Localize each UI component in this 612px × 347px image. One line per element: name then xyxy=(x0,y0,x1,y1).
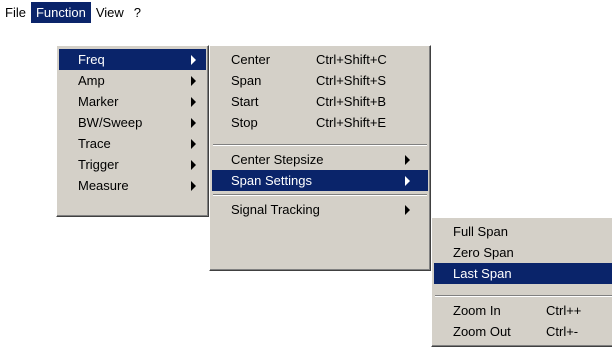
menu-item-zoom-out[interactable]: Zoom Out Ctrl+- xyxy=(434,321,612,342)
submenu-arrow-icon xyxy=(191,76,196,86)
menu-function[interactable]: Function xyxy=(30,2,91,23)
menu-item-label: Zoom In xyxy=(453,303,501,318)
menu-item-label: Marker xyxy=(78,94,119,109)
menu-item-last-span[interactable]: Last Span xyxy=(434,263,612,284)
menu-separator xyxy=(212,141,428,149)
shortcut-label: Ctrl+Shift+B xyxy=(316,94,387,109)
menu-item-marker[interactable]: Marker xyxy=(59,91,206,112)
menu-item-label: Zoom Out xyxy=(453,324,511,339)
menu-item-label: Trace xyxy=(78,136,111,151)
submenu-arrow-icon xyxy=(191,160,196,170)
menu-item-label: BW/Sweep xyxy=(78,115,143,130)
menu-item-label: Stop xyxy=(231,115,258,130)
menu-item-span[interactable]: Span Ctrl+Shift+S xyxy=(212,70,428,91)
menu-item-label: Measure xyxy=(78,178,129,193)
submenu-arrow-icon xyxy=(191,97,196,107)
menu-item-label: Span Settings xyxy=(231,173,312,188)
menu-help[interactable]: ? xyxy=(129,2,146,23)
function-menu: Freq Amp Marker BW/Sweep Trace Trigger M… xyxy=(56,45,209,217)
menu-item-label: Full Span xyxy=(453,224,508,239)
menu-item-label: Last Span xyxy=(453,266,512,281)
menu-item-trace[interactable]: Trace xyxy=(59,133,206,154)
menu-item-label: Center Stepsize xyxy=(231,152,324,167)
menu-item-zero-span[interactable]: Zero Span xyxy=(434,242,612,263)
menu-item-center-stepsize[interactable]: Center Stepsize xyxy=(212,149,428,170)
shortcut-label: Ctrl++ xyxy=(546,303,582,318)
menu-item-label: Amp xyxy=(78,73,105,88)
submenu-arrow-icon xyxy=(191,55,196,65)
menu-view[interactable]: View xyxy=(91,2,129,23)
shortcut-label: Ctrl+Shift+S xyxy=(316,73,387,88)
menu-item-zoom-in[interactable]: Zoom In Ctrl++ xyxy=(434,300,612,321)
shortcut-label: Ctrl+Shift+C xyxy=(316,52,387,67)
submenu-arrow-icon xyxy=(405,176,410,186)
menu-item-start[interactable]: Start Ctrl+Shift+B xyxy=(212,91,428,112)
menu-item-amp[interactable]: Amp xyxy=(59,70,206,91)
menu-item-label: Freq xyxy=(78,52,105,67)
menu-item-signal-tracking[interactable]: Signal Tracking xyxy=(212,199,428,220)
menu-item-stop[interactable]: Stop Ctrl+Shift+E xyxy=(212,112,428,133)
menu-item-center[interactable]: Center Ctrl+Shift+C xyxy=(212,49,428,70)
menu-spacer xyxy=(434,284,612,292)
menu-bar: File Function View ? xyxy=(0,0,146,25)
menu-file[interactable]: File xyxy=(0,2,31,23)
menu-item-label: Zero Span xyxy=(453,245,514,260)
menu-item-trigger[interactable]: Trigger xyxy=(59,154,206,175)
menu-separator xyxy=(212,191,428,199)
menu-item-label: Span xyxy=(231,73,262,88)
submenu-arrow-icon xyxy=(405,155,410,165)
submenu-arrow-icon xyxy=(191,181,196,191)
menu-item-label: Signal Tracking xyxy=(231,202,320,217)
shortcut-label: Ctrl+Shift+E xyxy=(316,115,387,130)
menu-separator xyxy=(434,292,612,300)
submenu-arrow-icon xyxy=(191,139,196,149)
menu-item-span-settings[interactable]: Span Settings xyxy=(212,170,428,191)
menu-item-full-span[interactable]: Full Span xyxy=(434,221,612,242)
menu-item-measure[interactable]: Measure xyxy=(59,175,206,196)
span-settings-submenu: Full Span Zero Span Last Span Zoom In Ctr… xyxy=(431,217,612,347)
menu-item-freq[interactable]: Freq xyxy=(59,49,206,70)
shortcut-label: Ctrl+- xyxy=(546,324,579,339)
menu-spacer xyxy=(212,133,428,141)
menu-item-bw-sweep[interactable]: BW/Sweep xyxy=(59,112,206,133)
menu-item-label: Center xyxy=(231,52,271,67)
submenu-arrow-icon xyxy=(405,205,410,215)
menu-item-label: Trigger xyxy=(78,157,119,172)
menu-item-label: Start xyxy=(231,94,259,109)
freq-submenu: Center Ctrl+Shift+C Span Ctrl+Shift+S Star… xyxy=(209,45,431,271)
submenu-arrow-icon xyxy=(191,118,196,128)
